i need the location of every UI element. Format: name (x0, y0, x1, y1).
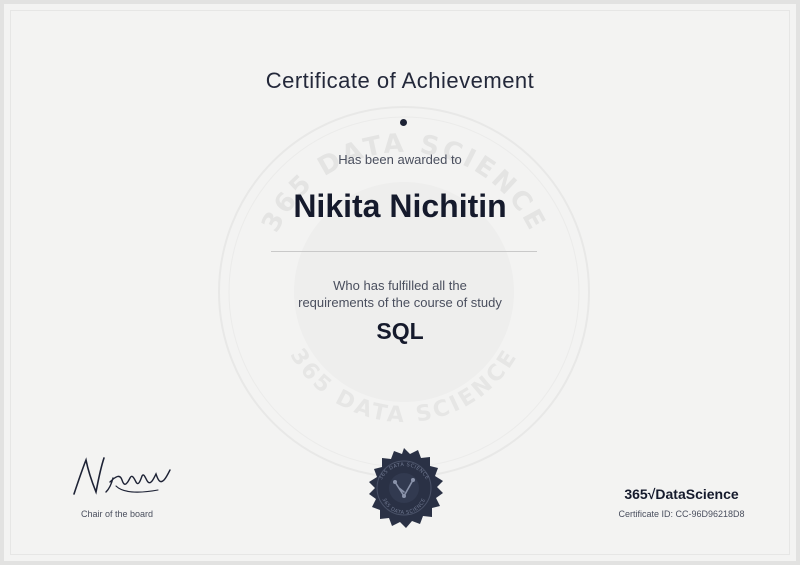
course-name: SQL (376, 318, 424, 344)
brand-logo: 365√DataScience (624, 486, 739, 502)
seal-badge: 365 DATA SCIENCE 365 DATA SCIENCE (369, 448, 443, 528)
certificate-title: Certificate of Achievement (265, 68, 535, 93)
fulfilled-line-1: Who has fulfilled all the (333, 278, 467, 293)
certificate-id-value: CC-96D96218D8 (675, 509, 745, 519)
name-divider (271, 251, 537, 252)
signature-image (73, 457, 171, 495)
signer-role: Chair of the board (80, 509, 154, 519)
certificate: 365 DATA SCIENCE 365 DATA SCIENCE Certif… (0, 0, 800, 565)
fulfilled-line-2: requirements of the course of study (298, 295, 502, 310)
awarded-text: Has been awarded to (338, 152, 462, 167)
recipient-name: Nikita Nichitin (293, 188, 507, 224)
certificate-id: Certificate ID: CC-96D96218D8 (589, 509, 774, 519)
fulfilled-text: Who has fulfilled all the requirements o… (4, 277, 796, 311)
title-dot (400, 119, 407, 126)
certificate-id-label: Certificate ID: (618, 509, 673, 519)
